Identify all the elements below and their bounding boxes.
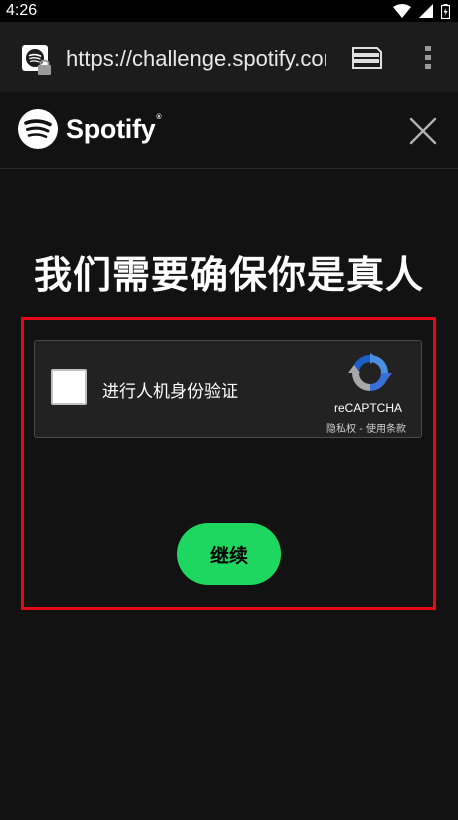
status-bar: 4:26 (0, 0, 458, 22)
battery-icon (441, 3, 450, 19)
challenge-panel: 进行人机身份验证 reCAPTCHA 隐私权 - 使用条款 继续 (21, 317, 436, 610)
recaptcha-widget: 进行人机身份验证 reCAPTCHA 隐私权 - 使用条款 (34, 340, 422, 438)
status-time: 4:26 (6, 2, 38, 19)
links-separator: - (356, 424, 366, 435)
wifi-icon (393, 4, 411, 18)
privacy-link[interactable]: 隐私权 (326, 424, 356, 435)
more-vert-icon[interactable] (420, 42, 436, 74)
cell-signal-icon (419, 4, 433, 18)
spotify-lock-icon[interactable] (21, 44, 55, 78)
spotify-logo[interactable]: Spotify® (17, 108, 162, 150)
tabs-icon[interactable] (350, 44, 384, 72)
continue-button[interactable]: 继续 (177, 523, 281, 585)
recaptcha-label: 进行人机身份验证 (102, 382, 238, 402)
url-bar[interactable]: https://challenge.spotify.com (66, 46, 326, 72)
terms-link[interactable]: 使用条款 (366, 424, 406, 435)
spotify-icon (18, 109, 58, 149)
recaptcha-links: 隐私权 - 使用条款 (311, 420, 421, 435)
recaptcha-logo-icon (348, 353, 392, 391)
spotify-wordmark: Spotify® (66, 113, 162, 144)
recaptcha-checkbox[interactable] (51, 369, 87, 405)
browser-toolbar: https://challenge.spotify.com (0, 22, 458, 92)
recaptcha-brand: reCAPTCHA (333, 401, 402, 415)
page-content: Spotify® 我们需要确保你是真人 进行人机身份验证 reCAPTCHA 隐… (0, 92, 458, 820)
spotify-header: Spotify® (0, 92, 458, 169)
close-icon[interactable] (408, 116, 438, 146)
page-title: 我们需要确保你是真人 (33, 253, 424, 297)
status-icons (393, 3, 450, 19)
